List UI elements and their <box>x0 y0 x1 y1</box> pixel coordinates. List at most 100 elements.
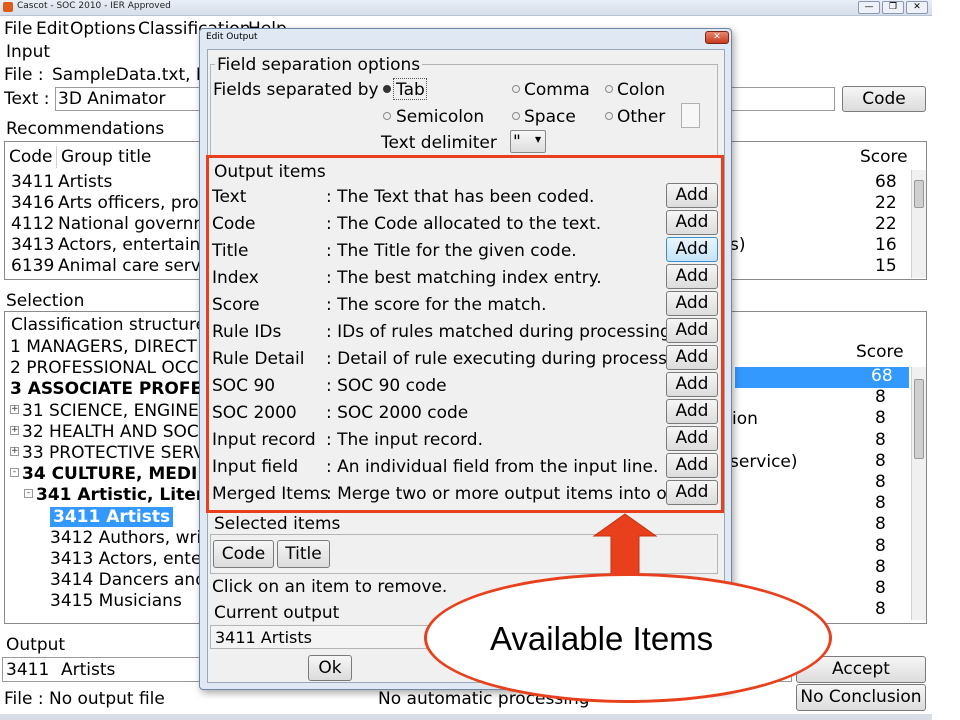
radio-colon[interactable] <box>605 85 613 93</box>
output-item-name: Rule Detail <box>212 349 305 369</box>
chevron-down-icon: ▼ <box>535 135 542 144</box>
tree-item[interactable]: 3412 Authors, write <box>50 528 218 548</box>
add-button[interactable]: Add <box>666 183 718 208</box>
window-title: Cascot - SOC 2010 - IER Approved <box>17 1 171 11</box>
recommendations-scrollbar[interactable] <box>911 170 926 278</box>
dialog-title: Edit Output <box>206 32 258 42</box>
radio-space-label[interactable]: Space <box>524 107 576 127</box>
output-item-description: : The best matching index entry. <box>326 268 602 288</box>
radio-other-label[interactable]: Other <box>617 107 665 127</box>
output-item-name: Input record <box>212 430 316 450</box>
recommendations-header-code[interactable]: Code <box>9 147 53 167</box>
menu-options[interactable]: Options <box>70 19 136 39</box>
add-button[interactable]: Add <box>666 426 718 451</box>
add-button[interactable]: Add <box>666 372 718 397</box>
tree-expander-icon[interactable]: + <box>10 404 19 414</box>
restore-button[interactable]: ❐ <box>882 1 904 14</box>
radio-tab-label[interactable]: Tab <box>396 80 425 100</box>
recommendations-header-title[interactable]: Group title <box>61 147 151 167</box>
recommendation-title[interactable]: Artists <box>58 172 112 192</box>
tree-item[interactable]: 3 ASSOCIATE PROFE <box>10 379 202 399</box>
text-input-value: 3D Animator <box>58 89 166 109</box>
minimize-button[interactable]: — <box>858 1 880 14</box>
radio-colon-label[interactable]: Colon <box>617 80 665 100</box>
classification-structure-label: Classification structure - <box>11 315 218 335</box>
output-item-description: : The input record. <box>326 430 483 450</box>
tree-item[interactable]: 32 HEALTH AND SOC <box>22 422 199 442</box>
tree-item[interactable]: 2 PROFESSIONAL OCC <box>10 358 199 378</box>
radio-other[interactable] <box>605 112 613 120</box>
menu-edit[interactable]: Edit <box>36 19 69 39</box>
tree-expander-icon[interactable]: - <box>24 489 33 499</box>
tree-item[interactable]: 33 PROTECTIVE SERV <box>22 443 205 463</box>
radio-space[interactable] <box>512 112 520 120</box>
selection-scrollbar[interactable] <box>911 367 926 620</box>
selection-score-header: Score <box>856 342 904 362</box>
add-button[interactable]: Add <box>666 318 718 343</box>
output-item-name: Index <box>212 268 259 288</box>
add-button[interactable]: Add <box>666 399 718 424</box>
dialog-close-button[interactable]: ✕ <box>705 31 729 44</box>
add-button[interactable]: Add <box>666 453 718 478</box>
output-item-name: Input field <box>212 457 299 477</box>
tree-item[interactable]: 3414 Dancers and c <box>50 570 221 590</box>
text-delimiter-select[interactable]: " ▼ <box>510 130 546 153</box>
output-item-description: : The Code allocated to the text. <box>326 214 602 234</box>
add-button[interactable]: Add <box>666 237 718 262</box>
output-item-name: Text <box>212 187 247 207</box>
code-button[interactable]: Code <box>842 86 926 112</box>
output-item-name: Merged Items <box>212 484 329 504</box>
radio-tab[interactable] <box>383 85 391 93</box>
output-item-name: Score <box>212 295 260 315</box>
ok-button[interactable]: Ok <box>308 655 352 681</box>
tree-item[interactable]: 3413 Actors, entert <box>50 549 215 569</box>
recommendation-score: 22 <box>875 193 897 213</box>
recommendations-scroll-thumb[interactable] <box>914 180 924 208</box>
tree-item[interactable]: 341 Artistic, Litera <box>36 485 216 505</box>
add-button[interactable]: Add <box>666 210 718 235</box>
output-items-label: Output items <box>214 162 326 182</box>
tree-item[interactable]: 3411 Artists <box>50 506 174 527</box>
tree-item[interactable]: 31 SCIENCE, ENGINE <box>22 401 199 421</box>
tree-item[interactable]: 1 MANAGERS, DIRECT <box>10 337 197 357</box>
annotation-arrow <box>592 513 658 577</box>
tree-item[interactable]: 3415 Musicians <box>50 591 182 611</box>
tree-expander-icon[interactable]: - <box>10 468 19 478</box>
selection-fragment-1: ion <box>732 409 758 429</box>
add-button[interactable]: Add <box>666 480 718 505</box>
recommendation-title[interactable]: Animal care servic <box>58 256 215 276</box>
output-item-description: : SOC 90 code <box>326 376 447 396</box>
selection-scroll-thumb[interactable] <box>914 379 924 459</box>
recommendations-header-score[interactable]: Score <box>860 147 908 167</box>
selected-items-label: Selected items <box>214 514 341 534</box>
callout-text: Available Items <box>490 620 714 657</box>
recommendation-title[interactable]: National governme <box>58 214 220 234</box>
output-label: Output <box>6 635 66 655</box>
fields-separated-by-label: Fields separated by <box>213 80 379 100</box>
radio-semicolon-label[interactable]: Semicolon <box>396 107 484 127</box>
output-item-description: : The score for the match. <box>326 295 547 315</box>
other-separator-input[interactable] <box>681 103 700 128</box>
tree-item[interactable]: 34 CULTURE, MEDI <box>22 464 197 484</box>
dialog-title-bar: Edit Output ✕ <box>200 29 731 47</box>
radio-comma[interactable] <box>512 85 520 93</box>
recommendation-title[interactable]: Arts officers, prod <box>58 193 209 213</box>
tree-expander-icon[interactable]: + <box>10 425 19 435</box>
close-button[interactable]: ✕ <box>906 1 928 14</box>
radio-semicolon[interactable] <box>383 112 391 120</box>
selected-item-title[interactable]: Title <box>277 540 330 568</box>
recommendation-code: 4112 <box>11 214 55 234</box>
file-value: SampleData.txt, Re <box>52 65 218 85</box>
radio-comma-label[interactable]: Comma <box>524 80 590 100</box>
output-item-description: : The Text that has been coded. <box>326 187 595 207</box>
add-button[interactable]: Add <box>666 345 718 370</box>
file-label: File : <box>4 65 44 85</box>
tree-expander-icon[interactable]: + <box>10 447 19 456</box>
selected-item-code[interactable]: Code <box>213 540 274 568</box>
add-button[interactable]: Add <box>666 264 718 289</box>
no-conclusion-button[interactable]: No Conclusion <box>796 684 926 711</box>
add-button[interactable]: Add <box>666 291 718 316</box>
menu-file[interactable]: File <box>4 19 32 39</box>
selection-score: 8 <box>875 578 886 598</box>
recommendation-title[interactable]: Actors, entertainer <box>58 235 218 255</box>
